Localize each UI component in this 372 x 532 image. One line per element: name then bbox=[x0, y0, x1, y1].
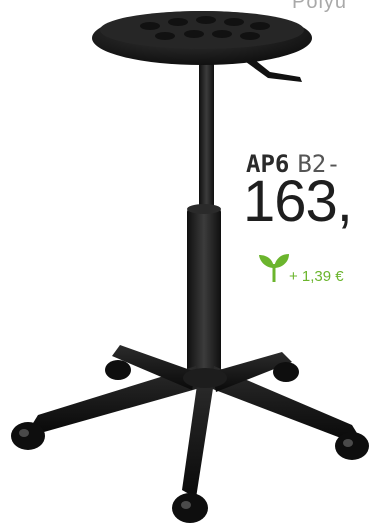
product-material-text: Polyu bbox=[292, 0, 348, 13]
leaf-sprout-icon bbox=[259, 254, 289, 282]
eco-surcharge-value: + 1,39 € bbox=[289, 268, 344, 285]
product-price: 163, bbox=[243, 169, 353, 234]
stool-product-image bbox=[11, 11, 369, 523]
